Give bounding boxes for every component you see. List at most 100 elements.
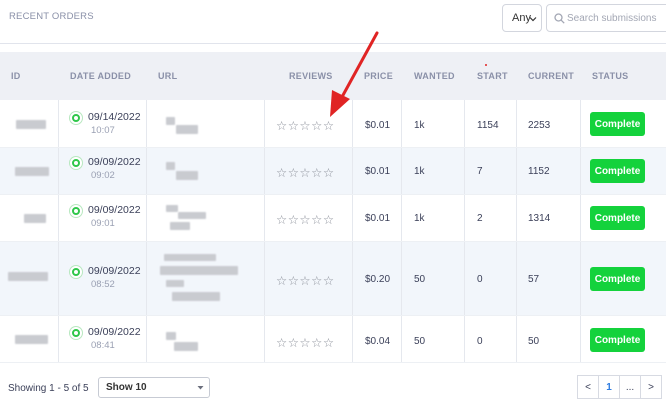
start-value: 0 — [477, 336, 483, 347]
start-value: 0 — [477, 274, 483, 285]
column-divider — [58, 242, 59, 315]
status-filter-select[interactable]: Any — [502, 4, 542, 32]
review-stars[interactable]: ☆☆☆☆☆ — [276, 212, 335, 227]
column-divider — [352, 195, 353, 241]
column-divider — [264, 316, 265, 362]
status-dot-icon — [70, 205, 82, 217]
column-header-date-added[interactable]: DATE ADDED — [70, 71, 131, 81]
column-header-status[interactable]: STATUS — [592, 71, 628, 81]
start-value: 1154 — [477, 120, 499, 131]
column-divider — [58, 148, 59, 194]
price-value: $0.01 — [365, 120, 391, 131]
table-row[interactable]: 09/14/2022 10:07 ☆☆☆☆☆ $0.01 1k 1154 225… — [0, 100, 666, 148]
prev-page-button[interactable]: < — [577, 375, 599, 399]
price-value: $0.04 — [365, 336, 391, 347]
wanted-value: 1k — [414, 213, 425, 224]
table-row[interactable]: 09/09/2022 09:01 ☆☆☆☆☆ $0.01 1k 2 1314 C… — [0, 195, 666, 242]
table-row[interactable]: 09/09/2022 08:52 ☆☆☆☆☆ $0.20 50 0 57 Com… — [0, 242, 666, 316]
time-added: 09:02 — [91, 170, 115, 181]
column-divider — [401, 316, 402, 362]
status-complete-button[interactable]: Complete — [590, 328, 645, 352]
column-divider — [264, 195, 265, 241]
status-complete-button[interactable]: Complete — [590, 206, 645, 230]
status-complete-button[interactable]: Complete — [590, 267, 645, 291]
start-value: 2 — [477, 213, 483, 224]
column-divider — [516, 242, 517, 315]
column-header-id[interactable]: ID — [11, 71, 21, 81]
review-stars[interactable]: ☆☆☆☆☆ — [276, 273, 335, 288]
search-input[interactable] — [567, 12, 666, 24]
status-dot-icon — [70, 112, 82, 124]
annotation-dot — [485, 64, 487, 66]
wanted-value: 1k — [414, 166, 425, 177]
column-divider — [264, 242, 265, 315]
column-divider — [401, 195, 402, 241]
column-divider — [401, 242, 402, 315]
redacted-url — [164, 254, 216, 261]
page-1-button[interactable]: 1 — [598, 375, 620, 399]
redacted-url — [160, 266, 238, 275]
orders-table: ID DATE ADDED URL REVIEWS PRICE WANTED S… — [0, 52, 666, 363]
column-divider — [352, 100, 353, 147]
redacted-url — [166, 280, 184, 287]
search-field[interactable] — [546, 4, 666, 32]
column-divider — [264, 100, 265, 147]
column-divider — [580, 242, 581, 315]
redacted-url — [166, 332, 176, 340]
current-value: 2253 — [528, 120, 551, 131]
redacted-url — [176, 125, 198, 134]
wanted-value: 50 — [414, 336, 426, 347]
status-dot-icon — [70, 266, 82, 278]
column-divider — [146, 316, 147, 362]
column-divider — [464, 195, 465, 241]
column-divider — [401, 100, 402, 147]
column-divider — [146, 148, 147, 194]
column-divider — [516, 100, 517, 147]
time-added: 10:07 — [91, 125, 115, 136]
table-header: ID DATE ADDED URL REVIEWS PRICE WANTED S… — [0, 52, 666, 100]
next-page-button[interactable]: > — [640, 375, 662, 399]
price-value: $0.01 — [365, 166, 391, 177]
wanted-value: 1k — [414, 120, 425, 131]
column-header-current[interactable]: CURRENT — [528, 71, 574, 81]
time-added: 09:01 — [91, 218, 115, 229]
column-header-wanted[interactable]: WANTED — [414, 71, 455, 81]
column-header-start[interactable]: START — [477, 71, 508, 81]
table-row[interactable]: 09/09/2022 09:02 ☆☆☆☆☆ $0.01 1k 7 1152 C… — [0, 148, 666, 195]
column-divider — [580, 148, 581, 194]
redacted-url — [172, 292, 220, 301]
header-divider — [0, 43, 666, 44]
column-divider — [264, 148, 265, 194]
redacted-url — [166, 162, 175, 170]
page-title: RECENT ORDERS — [9, 11, 94, 22]
column-header-price[interactable]: PRICE — [364, 71, 393, 81]
column-divider — [58, 100, 59, 147]
review-stars[interactable]: ☆☆☆☆☆ — [276, 165, 335, 180]
column-divider — [516, 316, 517, 362]
redacted-url — [176, 171, 198, 180]
date-added: 09/09/2022 — [88, 265, 141, 277]
current-value: 1152 — [528, 166, 550, 177]
status-complete-button[interactable]: Complete — [590, 159, 645, 183]
time-added: 08:52 — [91, 279, 115, 290]
review-stars[interactable]: ☆☆☆☆☆ — [276, 118, 335, 133]
table-row[interactable]: 09/09/2022 08:41 ☆☆☆☆☆ $0.04 50 0 50 Com… — [0, 316, 666, 363]
column-divider — [464, 316, 465, 362]
column-divider — [580, 316, 581, 362]
column-divider — [516, 195, 517, 241]
current-value: 57 — [528, 274, 540, 285]
redacted-url — [178, 212, 206, 219]
column-divider — [464, 100, 465, 147]
page-size-select[interactable]: Show 10 — [98, 377, 210, 398]
status-dot-icon — [70, 327, 82, 339]
column-divider — [352, 148, 353, 194]
column-header-reviews[interactable]: REVIEWS — [289, 71, 333, 81]
page-size-value: Show 10 — [106, 382, 147, 393]
showing-count: Showing 1 - 5 of 5 — [8, 383, 89, 394]
redacted-url — [170, 222, 190, 230]
pagination: < 1 ... > — [577, 375, 662, 399]
status-complete-button[interactable]: Complete — [590, 112, 645, 136]
review-stars[interactable]: ☆☆☆☆☆ — [276, 335, 335, 350]
column-header-url[interactable]: URL — [158, 71, 177, 81]
column-divider — [352, 242, 353, 315]
